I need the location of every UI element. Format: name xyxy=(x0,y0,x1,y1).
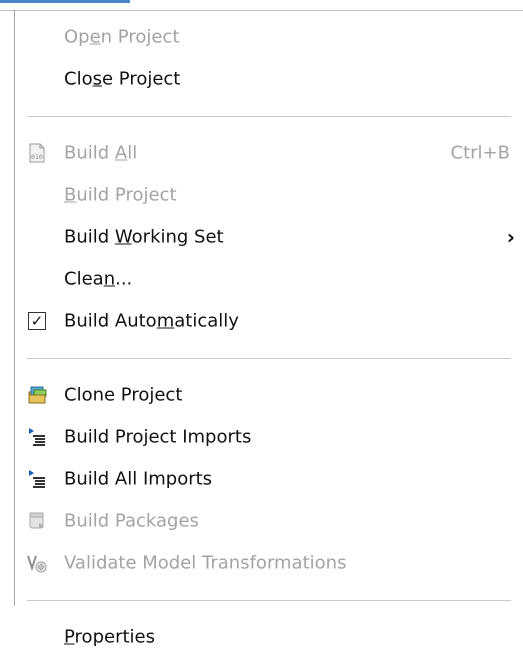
menu-item-label: Build Project Imports xyxy=(64,426,252,448)
validate-model-icon xyxy=(27,553,47,573)
menu-item-label: Build Automatically xyxy=(64,310,239,332)
menu-item-label: Close Project xyxy=(64,68,181,90)
menu-separator xyxy=(27,358,511,359)
menu-item-build-automatically[interactable]: ✓ Build Automatically xyxy=(15,300,523,342)
menu-item-build-project-imports[interactable]: Build Project Imports xyxy=(15,416,523,458)
menu-item-build-packages[interactable]: Build Packages xyxy=(15,500,523,542)
menu-item-clean[interactable]: Clean... xyxy=(15,258,523,300)
top-accent xyxy=(0,0,130,3)
project-menu: Open Project Close Project 010 Build All… xyxy=(15,16,523,658)
build-all-icon: 010 xyxy=(27,143,47,163)
menu-item-label: Open Project xyxy=(64,26,180,48)
menu-item-build-all-imports[interactable]: Build All Imports xyxy=(15,458,523,500)
menu-item-build-all[interactable]: 010 Build All Ctrl+B xyxy=(15,132,523,174)
menu-item-validate-model-transformations[interactable]: Validate Model Transformations xyxy=(15,542,523,584)
shortcut-label: Ctrl+B xyxy=(450,142,510,164)
menu-item-label: Build Packages xyxy=(64,510,199,532)
menu-item-properties[interactable]: Properties xyxy=(15,616,523,658)
menu-item-build-working-set[interactable]: Build Working Set › xyxy=(15,216,523,258)
build-packages-icon xyxy=(27,511,47,531)
menu-item-label: Build All xyxy=(64,142,138,164)
menu-item-label: Clone Project xyxy=(64,384,183,406)
menu-separator xyxy=(27,600,511,601)
svg-text:010: 010 xyxy=(31,153,43,161)
menu-item-label: Properties xyxy=(64,626,155,648)
checkbox-checked-icon[interactable]: ✓ xyxy=(27,311,47,331)
menu-item-label: Build All Imports xyxy=(64,468,213,490)
menu-top-border xyxy=(0,10,523,11)
menu-item-build-project[interactable]: Build Project xyxy=(15,174,523,216)
menu-item-close-project[interactable]: Close Project xyxy=(15,58,523,100)
menu-item-label: Validate Model Transformations xyxy=(64,552,347,574)
menu-item-label: Build Working Set xyxy=(64,226,224,248)
menu-item-open-project[interactable]: Open Project xyxy=(15,16,523,58)
menu-item-clone-project[interactable]: Clone Project xyxy=(15,374,523,416)
build-imports-icon xyxy=(27,427,47,447)
menu-item-label: Build Project xyxy=(64,184,177,206)
clone-project-icon xyxy=(27,385,47,405)
build-imports-icon xyxy=(27,469,47,489)
menu-item-label: Clean... xyxy=(64,268,133,290)
menu-separator xyxy=(27,116,511,117)
submenu-arrow-icon: › xyxy=(506,225,515,249)
